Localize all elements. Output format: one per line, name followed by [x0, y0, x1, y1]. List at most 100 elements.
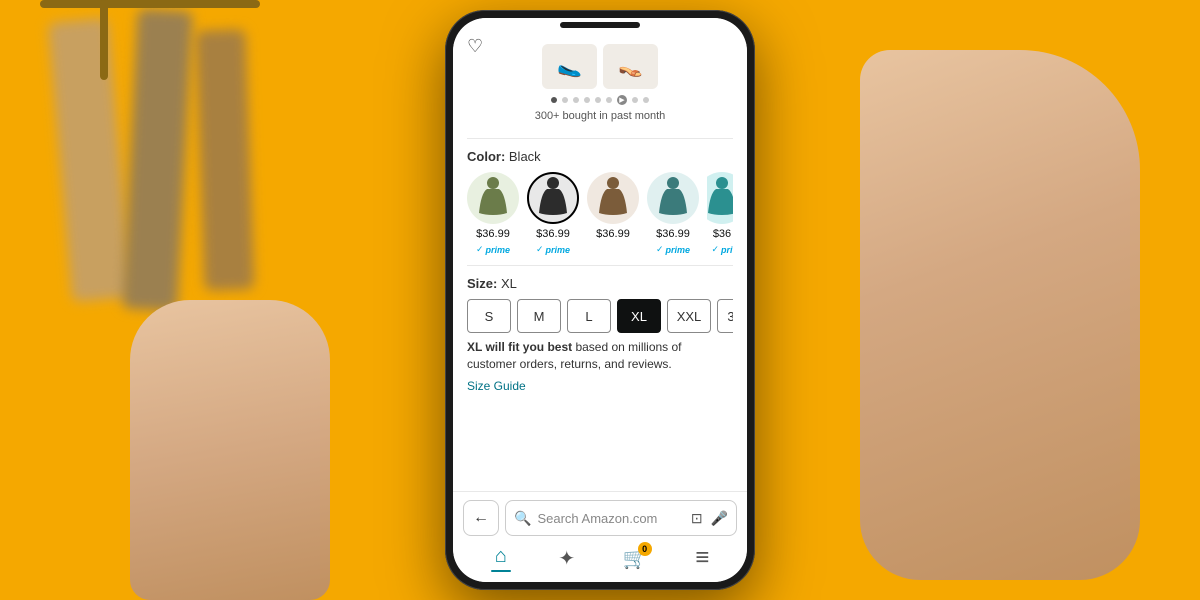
nav-item-home[interactable]: ⌂	[491, 545, 511, 572]
prime-badge-brown: ✓ prime	[596, 244, 630, 255]
dot-3[interactable]	[573, 97, 579, 103]
swatch-circle-black[interactable]	[527, 172, 579, 224]
search-placeholder: Search Amazon.com	[537, 511, 684, 526]
swatch-circle-brown[interactable]	[587, 172, 639, 224]
prime-check-black: ✓	[536, 244, 544, 255]
color-label-text: Color:	[467, 149, 509, 164]
nav-item-menu[interactable]: ≡	[695, 544, 709, 572]
back-arrow-icon: ←	[473, 509, 489, 527]
mic-icon[interactable]: 🎤	[711, 510, 728, 527]
color-label: Color: Black	[467, 149, 733, 164]
size-value: XL	[501, 276, 517, 291]
bg-dress-3	[195, 29, 254, 291]
rack-pole-v	[100, 0, 108, 80]
prime-badge-teal2: ✓ pri	[711, 244, 732, 255]
swatch-price-black: $36.99	[536, 228, 570, 240]
sandal-preview: 🥿 👡	[542, 44, 658, 89]
search-icon: 🔍	[514, 510, 531, 527]
nav-item-cart[interactable]: 🛒 0	[623, 546, 648, 571]
swatch-teal2[interactable]: $36 ✓ pri	[707, 172, 733, 255]
phone-wrapper: ♡ 🥿 👡	[445, 10, 755, 590]
dot-1[interactable]	[551, 97, 557, 103]
size-btn-m[interactable]: M	[517, 299, 561, 333]
prime-text-teal: prime	[666, 245, 691, 255]
fit-text-bold: XL will fit you best	[467, 340, 572, 354]
swatch-price-teal2: $36	[713, 228, 731, 240]
dot-6[interactable]	[606, 97, 612, 103]
wishlist-icon[interactable]: ♡	[467, 36, 483, 57]
prime-check-green: ✓	[476, 244, 484, 255]
dot-9[interactable]	[643, 97, 649, 103]
size-grid: S M L XL XXL 3XL	[467, 299, 733, 333]
size-btn-l[interactable]: L	[567, 299, 611, 333]
screen-content: ♡ 🥿 👡	[453, 18, 747, 582]
size-label: Size: XL	[467, 276, 733, 291]
camera-icon[interactable]: ⊡	[691, 510, 703, 527]
search-input-bar[interactable]: 🔍 Search Amazon.com ⊡ 🎤	[505, 500, 737, 536]
dot-5[interactable]	[595, 97, 601, 103]
prime-badge-black: ✓ prime	[536, 244, 570, 255]
dress-icon-black	[535, 175, 571, 221]
prime-badge-green: ✓ prime	[476, 244, 510, 255]
prime-text-brown: prime	[606, 245, 631, 255]
divider-1	[467, 138, 733, 139]
ai-icon: ✦	[558, 546, 575, 571]
size-btn-xxl[interactable]: XXL	[667, 299, 711, 333]
rack-pole-h	[40, 0, 260, 8]
size-section: Size: XL S M L XL XXL 3XL XL will fit yo…	[453, 270, 747, 401]
hand-right	[860, 50, 1140, 580]
search-icons-right: ⊡ 🎤	[691, 510, 728, 527]
swatch-price-teal: $36.99	[656, 228, 690, 240]
swatch-price-brown: $36.99	[596, 228, 630, 240]
nav-item-ai[interactable]: ✦	[558, 546, 575, 571]
hand-left	[130, 300, 330, 600]
phone: ♡ 🥿 👡	[445, 10, 755, 590]
prime-check-brown: ✓	[596, 244, 604, 255]
bottom-bar: ← 🔍 Search Amazon.com ⊡ 🎤	[453, 491, 747, 582]
bought-text: 300+ bought in past month	[535, 110, 666, 122]
size-label-text: Size:	[467, 276, 501, 291]
size-btn-3xl[interactable]: 3XL	[717, 299, 733, 333]
bg-dress-2	[122, 9, 193, 311]
prime-check-teal2: ✓	[711, 244, 719, 255]
bg-dress-1	[48, 18, 132, 302]
prime-text-black: prime	[546, 245, 571, 255]
color-swatches: $36.99 ✓ prime	[467, 172, 733, 255]
swatch-brown[interactable]: $36.99 ✓ prime	[587, 172, 639, 255]
sandal-img-1[interactable]: 🥿	[542, 44, 597, 89]
dot-2[interactable]	[562, 97, 568, 103]
top-section: ♡ 🥿 👡	[453, 18, 747, 134]
menu-icon: ≡	[695, 544, 709, 572]
divider-2	[467, 265, 733, 266]
bottom-nav: ⌂ ✦ 🛒 0 ≡	[463, 544, 737, 572]
pagination-dots: ▶	[551, 95, 649, 105]
cart-badge: 0	[638, 542, 652, 556]
back-button[interactable]: ←	[463, 500, 499, 536]
swatch-teal[interactable]: $36.99 ✓ prime	[647, 172, 699, 255]
home-icon: ⌂	[495, 545, 507, 568]
sandal-img-2[interactable]: 👡	[603, 44, 658, 89]
phone-notch	[560, 22, 640, 28]
dot-8[interactable]	[632, 97, 638, 103]
size-btn-s[interactable]: S	[467, 299, 511, 333]
search-bar-container: ← 🔍 Search Amazon.com ⊡ 🎤	[463, 500, 737, 536]
swatch-circle-teal[interactable]	[647, 172, 699, 224]
swatch-black[interactable]: $36.99 ✓ prime	[527, 172, 579, 255]
swatch-circle-teal2[interactable]	[707, 172, 733, 224]
dot-play[interactable]: ▶	[617, 95, 627, 105]
size-btn-xl[interactable]: XL	[617, 299, 661, 333]
dress-icon-brown	[595, 175, 631, 221]
dress-icon-teal2	[707, 175, 733, 221]
swatch-green[interactable]: $36.99 ✓ prime	[467, 172, 519, 255]
prime-text-green: prime	[486, 245, 511, 255]
home-active-line	[491, 570, 511, 572]
color-value: Black	[509, 149, 541, 164]
prime-check-teal: ✓	[656, 244, 664, 255]
size-guide-link[interactable]: Size Guide	[467, 379, 526, 393]
prime-badge-teal: ✓ prime	[656, 244, 690, 255]
swatch-circle-green[interactable]	[467, 172, 519, 224]
dot-4[interactable]	[584, 97, 590, 103]
fit-text: XL will fit you best based on millions o…	[467, 339, 733, 373]
dress-icon-teal	[655, 175, 691, 221]
phone-screen: ♡ 🥿 👡	[453, 18, 747, 582]
